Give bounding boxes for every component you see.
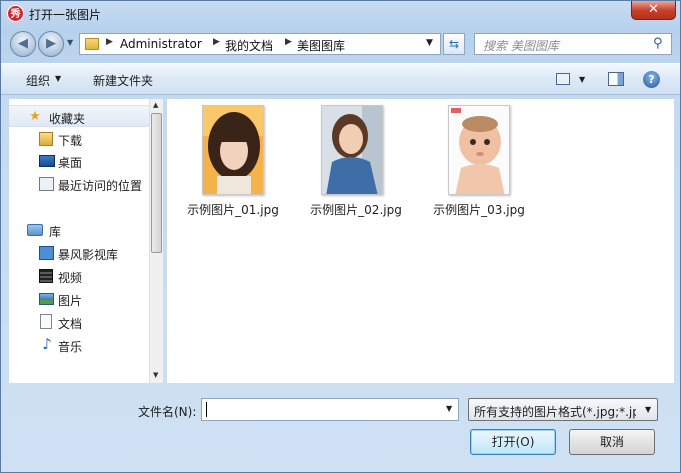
sidebar-item-videos[interactable]: 视频 xyxy=(9,265,149,287)
document-icon xyxy=(40,314,52,329)
filename-field[interactable]: ▼ xyxy=(201,398,459,421)
search-placeholder: 搜索 美图图库 xyxy=(483,39,559,53)
photo-woman-bangs-icon xyxy=(202,105,264,195)
filetype-select[interactable]: 所有支持的图片格式(*.jpg;*.jp ▼ xyxy=(468,398,658,421)
sidebar-item-music[interactable]: ♪ 音乐 xyxy=(9,334,149,356)
scroll-down-icon[interactable]: ▼ xyxy=(153,371,158,379)
breadcrumb-administrator[interactable]: Administrator xyxy=(120,37,202,51)
filename-chevron-down-icon[interactable]: ▼ xyxy=(446,404,452,413)
breadcrumb-my-documents[interactable]: 我的文档 xyxy=(225,37,273,54)
window-title: 打开一张图片 xyxy=(29,8,102,22)
meitu-app-icon: 秀 xyxy=(7,5,24,22)
film-icon xyxy=(39,269,53,283)
sidebar-item-downloads[interactable]: 下载 xyxy=(9,128,149,150)
sidebar-item-label: 视频 xyxy=(58,271,83,285)
text-caret xyxy=(206,402,207,417)
organize-chevron-down-icon[interactable]: ▼ xyxy=(55,74,61,83)
star-icon: ★ xyxy=(29,109,41,124)
sidebar-item-documents[interactable]: 文档 xyxy=(9,311,149,333)
breadcrumb-arrow-icon[interactable]: ▶ xyxy=(285,37,292,47)
file-item[interactable]: 示例图片_02.jpg xyxy=(306,105,406,225)
sidebar-item-label: 库 xyxy=(49,225,62,239)
library-icon xyxy=(27,224,43,236)
desktop-icon xyxy=(39,155,55,167)
sidebar-item-label: 收藏夹 xyxy=(49,112,86,126)
file-item[interactable]: 示例图片_03.jpg xyxy=(429,105,529,225)
sidebar-item-label: 文档 xyxy=(58,317,83,331)
sidebar-item-desktop[interactable]: 桌面 xyxy=(9,150,149,172)
breadcrumb-arrow-icon[interactable]: ▶ xyxy=(106,37,113,47)
downloads-folder-icon xyxy=(39,132,53,146)
navigation-scrollbar[interactable]: ▲ ▼ xyxy=(149,99,163,383)
back-button[interactable]: ◀ xyxy=(10,31,36,57)
view-chevron-down-icon[interactable]: ▼ xyxy=(579,75,585,84)
change-view-icon[interactable] xyxy=(556,73,570,85)
filetype-value: 所有支持的图片格式(*.jpg;*.jp xyxy=(474,405,636,419)
forward-button[interactable]: ▶ xyxy=(38,31,64,57)
breadcrumb-meitu-library[interactable]: 美图图库 xyxy=(297,37,345,54)
file-open-dialog: 秀 打开一张图片 ✕ ◀ ▶ ▼ ▶ Administrator ▶ 我的文档 … xyxy=(0,0,681,473)
video-library-icon xyxy=(39,246,54,260)
file-name: 示例图片_03.jpg xyxy=(433,203,525,217)
breadcrumb-arrow-icon[interactable]: ▶ xyxy=(213,37,220,47)
sidebar-item-libraries[interactable]: 库 xyxy=(9,219,149,241)
address-bar[interactable]: ▶ Administrator ▶ 我的文档 ▶ 美图图库 ▼ xyxy=(79,33,441,55)
sidebar-item-favorites[interactable]: ★ 收藏夹 xyxy=(9,105,149,127)
scroll-up-icon[interactable]: ▲ xyxy=(153,101,158,109)
sidebar-item-label: 下载 xyxy=(58,134,83,148)
cancel-button[interactable]: 取消 xyxy=(569,429,655,455)
sidebar-item-label: 图片 xyxy=(58,294,83,308)
preview-pane-icon[interactable] xyxy=(608,72,624,86)
file-name: 示例图片_01.jpg xyxy=(187,203,279,217)
recent-places-icon xyxy=(39,177,54,191)
help-icon[interactable]: ? xyxy=(643,71,660,88)
address-chevron-down-icon[interactable]: ▼ xyxy=(426,38,433,48)
file-item[interactable]: 示例图片_01.jpg xyxy=(183,105,283,225)
sidebar-item-recent-places[interactable]: 最近访问的位置 xyxy=(9,173,149,195)
sidebar-item-label: 桌面 xyxy=(58,156,83,170)
music-note-icon: ♪ xyxy=(42,335,52,353)
sidebar-item-baofeng-video-library[interactable]: 暴风影视库 xyxy=(9,242,149,264)
filetype-chevron-down-icon[interactable]: ▼ xyxy=(645,405,651,414)
filename-label: 文件名(N): xyxy=(138,405,197,419)
recent-pages-chevron-down-icon[interactable]: ▼ xyxy=(67,38,73,47)
file-name: 示例图片_02.jpg xyxy=(310,203,402,217)
title-bar[interactable]: 秀 打开一张图片 ✕ xyxy=(1,1,680,27)
close-button[interactable]: ✕ xyxy=(631,1,676,20)
refresh-button[interactable]: ⇆ xyxy=(443,33,465,55)
sidebar-item-pictures[interactable]: 图片 xyxy=(9,288,149,310)
new-folder-button[interactable]: 新建文件夹 xyxy=(93,72,153,89)
search-input[interactable]: 搜索 美图图库 ⚲ xyxy=(474,33,672,55)
command-bar: 组织 ▼ 新建文件夹 ▼ ? xyxy=(1,63,680,95)
sidebar-item-label: 暴风影视库 xyxy=(58,248,119,262)
organize-button[interactable]: 组织 xyxy=(26,72,50,89)
scrollbar-thumb[interactable] xyxy=(151,113,162,253)
navigation-pane: ★ 收藏夹 下载 桌面 最近访问的位置 库 暴风影视库 视频 图片 文档 ♪ 音… xyxy=(9,99,163,383)
pictures-icon xyxy=(39,293,54,305)
sidebar-item-label: 音乐 xyxy=(58,340,83,354)
open-button[interactable]: 打开(O) xyxy=(470,429,556,455)
folder-icon xyxy=(85,38,99,50)
search-icon[interactable]: ⚲ xyxy=(653,36,663,51)
file-list: 示例图片_01.jpg 示例图片_02.jpg 示例图片_03.jpg xyxy=(167,99,674,383)
photo-woman-denim-icon xyxy=(321,105,383,195)
photo-baby-icon xyxy=(448,105,510,195)
sidebar-item-label: 最近访问的位置 xyxy=(58,179,143,193)
